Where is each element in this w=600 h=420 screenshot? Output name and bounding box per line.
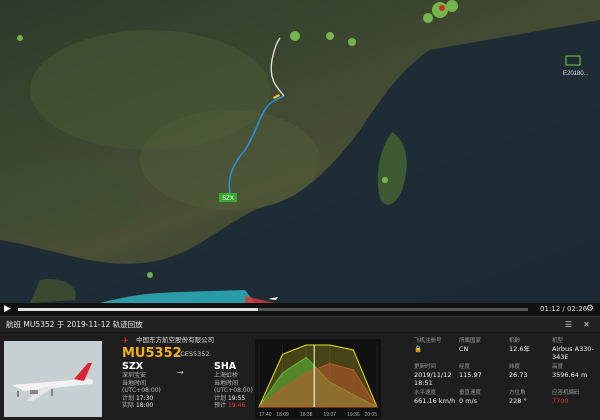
- altitude-chart-svg: 17:40 18:09 18:38 19:07 19:36 20:05: [257, 344, 378, 418]
- detail-value: 661.16 km/h: [414, 397, 456, 405]
- detail-value: 3596.64 m: [552, 371, 588, 379]
- detail-label: 更新时间: [414, 364, 437, 370]
- airline-name: ✈ 中国东方航空股份有限公司: [122, 335, 215, 345]
- detail-label: 高度: [552, 364, 564, 370]
- route-arrow-icon: →: [177, 368, 184, 377]
- detail-cell: 机龄 12.6年: [509, 338, 553, 353]
- settings-gear-icon[interactable]: ⚙: [586, 303, 594, 316]
- detail-cell: 所属国家 CN: [459, 338, 503, 353]
- flight-details-grid: 飞机注册号 🔒 所属国家 CN 机龄 12.6年 机型 Airbus A330-343E 更新时…: [414, 338, 600, 420]
- flight-info-panel: ✈ 中国东方航空股份有限公司 MU5352 / CES5352 SZX 深圳宝安…: [0, 333, 600, 420]
- title-bar: 航班 MU5352 于 2019-11-12 轨迹回放 ☰ ✕: [0, 316, 600, 332]
- detail-cell: 高度 3596.64 m: [552, 364, 600, 379]
- detail-value: CN: [459, 345, 469, 353]
- progress-track[interactable]: [18, 308, 528, 311]
- detail-value: 0 m/s: [459, 397, 478, 405]
- detail-label: 所属国家: [459, 338, 482, 344]
- detail-cell: 经度 115.97: [459, 364, 503, 379]
- detail-value: Airbus A330-343E: [552, 345, 594, 361]
- detail-value: 2019/11/12 18:51: [414, 371, 452, 387]
- detail-value: 7700: [552, 397, 569, 405]
- origin-marker-label[interactable]: SZX: [222, 196, 234, 202]
- playback-timeline: ▶ 01:12 / 02:26 ⚙: [0, 303, 600, 316]
- detail-cell: 纬度 26.73: [509, 364, 553, 379]
- detail-label: 机型: [552, 338, 564, 344]
- flight-playback-app: SZX E20180... ▶ 01:12 / 02:26 ⚙ 航班 MU535…: [0, 0, 600, 420]
- map-terrain: SZX E20180...: [0, 0, 600, 303]
- playback-title: 航班 MU5352 于 2019-11-12 轨迹回放: [6, 320, 143, 329]
- close-icon[interactable]: ✕: [581, 319, 592, 330]
- detail-label: 垂直速度: [459, 390, 482, 396]
- playback-time: 01:12 / 02:26: [540, 305, 588, 313]
- detail-cell: 飞机注册号 🔒: [414, 338, 458, 353]
- flight-route-remaining: [270, 37, 285, 97]
- detail-label: 经度: [459, 364, 471, 370]
- detail-label: 应答机编码: [552, 390, 580, 396]
- origin-airport: SZX 深圳宝安 当地时间 (UTC+08:00) 计划 17:30 实际 18…: [122, 361, 161, 409]
- detail-value: 115.97: [459, 371, 482, 379]
- chart-x-tick-label: 18:38: [300, 412, 313, 418]
- flight-number: MU5352: [122, 346, 182, 361]
- detail-value: 26.73: [509, 371, 528, 379]
- detail-cell: 机型 Airbus A330-343E: [552, 338, 600, 361]
- chart-x-tick-label: 19:36: [347, 412, 360, 418]
- chart-x-tick-label: 17:40: [259, 412, 272, 418]
- chart-x-tick-label: 18:09: [276, 412, 289, 418]
- progress-fill: [18, 308, 258, 311]
- detail-cell: 更新时间 2019/11/12 18:51: [414, 364, 458, 387]
- aircraft-photo: [4, 341, 102, 417]
- airline-logo-icon: ✈: [122, 335, 129, 345]
- detail-label: 纬度: [509, 364, 521, 370]
- detail-cell: 水平速度 661.16 km/h: [414, 390, 458, 405]
- detail-cell: 垂直速度 0 m/s: [459, 390, 503, 405]
- codeshare-number: / CES5352: [176, 350, 210, 358]
- destination-airport: SHA 上海虹桥 当地时间 (UTC+08:00) 计划 19:55 预计 19…: [214, 361, 253, 409]
- chart-x-tick-label: 20:05: [364, 412, 377, 418]
- list-icon[interactable]: ☰: [563, 319, 574, 330]
- detail-value: 🔒: [414, 345, 423, 353]
- detail-label: 水平速度: [414, 390, 437, 396]
- map-view[interactable]: SZX E20180...: [0, 0, 600, 303]
- detail-cell: 方位角 228 °: [509, 390, 553, 405]
- detail-value: 12.6年: [509, 345, 530, 353]
- detail-value: 228 °: [509, 397, 527, 405]
- detail-cell: 应答机编码 7700: [552, 390, 600, 405]
- altitude-chart[interactable]: 17:40 18:09 18:38 19:07 19:36 20:05: [255, 339, 381, 419]
- detail-label: 方位角: [509, 390, 526, 396]
- play-icon[interactable]: ▶: [4, 304, 14, 315]
- detail-label: 飞机注册号: [414, 338, 442, 344]
- squawk-badge[interactable]: E20180...: [563, 71, 589, 77]
- chart-x-tick-label: 19:07: [324, 412, 337, 418]
- detail-label: 机龄: [509, 338, 521, 344]
